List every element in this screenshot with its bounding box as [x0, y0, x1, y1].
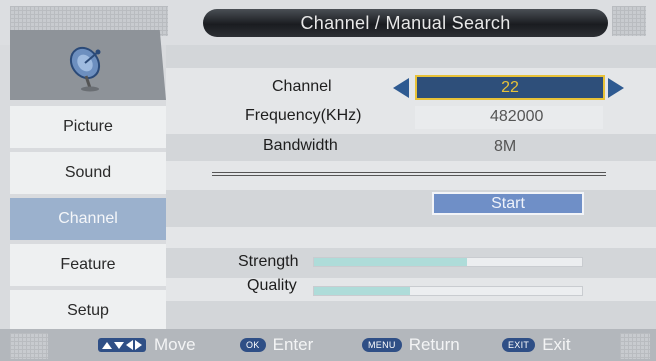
bottom-right-pattern [620, 333, 650, 359]
manual-search-screen: Channel / Manual Search Picture Sound Ch… [0, 0, 656, 361]
ok-key-icon: OK [240, 338, 266, 352]
row-stripe [166, 134, 656, 161]
sidebar-item-label: Picture [63, 118, 113, 135]
sidebar-item-label: Setup [67, 302, 109, 319]
frequency-value: 482000 [490, 108, 544, 125]
sidebar-item-sound[interactable]: Sound [10, 152, 166, 194]
sidebar-item-picture[interactable]: Picture [10, 106, 166, 148]
quality-bar-fill [314, 287, 411, 295]
sidebar-icon-panel [10, 30, 166, 100]
bottom-left-pattern [10, 333, 48, 359]
sidebar-item-setup[interactable]: Setup [10, 290, 166, 332]
quality-bar [313, 286, 583, 296]
sidebar-item-label: Sound [64, 164, 112, 181]
section-divider [212, 172, 606, 176]
channel-number-field[interactable]: 22 [415, 75, 605, 100]
top-right-pattern [612, 6, 646, 36]
channel-next-arrow-icon[interactable] [608, 78, 624, 98]
hint-enter-label: Enter [272, 335, 314, 354]
row-stripe [166, 301, 656, 329]
menu-key-icon: MENU [362, 338, 402, 352]
hint-return: MENU Return [362, 329, 460, 361]
hint-move: Move [98, 329, 196, 361]
start-search-button[interactable]: Start [432, 192, 584, 215]
strength-bar [313, 257, 583, 267]
hint-enter: OK Enter [240, 329, 313, 361]
hint-return-label: Return [408, 335, 460, 354]
sidebar-item-label: Channel [58, 210, 118, 227]
frequency-label: Frequency(KHz) [245, 107, 362, 124]
bandwidth-value[interactable]: 8M [494, 138, 516, 156]
quality-label: Quality [247, 277, 297, 294]
channel-label: Channel [272, 78, 332, 95]
satellite-dish-icon [69, 46, 101, 92]
exit-key-icon: EXIT [502, 338, 536, 352]
row-stripe [166, 45, 656, 68]
sidebar-item-channel[interactable]: Channel [10, 198, 166, 240]
strength-bar-fill [314, 258, 467, 266]
strength-label: Strength [238, 253, 299, 270]
channel-prev-arrow-icon[interactable] [393, 78, 409, 98]
arrows-icon [98, 338, 146, 352]
sidebar-item-feature[interactable]: Feature [10, 244, 166, 286]
hint-exit: EXIT Exit [502, 329, 571, 361]
hint-exit-label: Exit [542, 335, 571, 354]
page-title: Channel / Manual Search [203, 9, 608, 37]
hint-move-label: Move [154, 335, 196, 354]
bandwidth-label: Bandwidth [263, 137, 338, 154]
sidebar-item-label: Feature [60, 256, 116, 273]
